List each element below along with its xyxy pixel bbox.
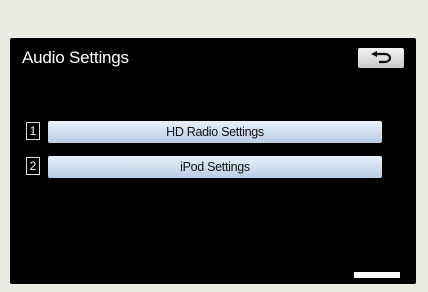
item-number-badge: 1: [26, 122, 40, 140]
list-item: 1 HD Radio Settings: [26, 121, 382, 143]
audio-settings-screen: Audio Settings 1 HD Radio Settings 2 iPo…: [10, 38, 416, 284]
item-number-badge: 2: [26, 157, 40, 175]
back-button[interactable]: [358, 48, 404, 68]
list-item: 2 iPod Settings: [26, 156, 382, 178]
corner-mark: [354, 272, 400, 278]
hd-radio-settings-button[interactable]: HD Radio Settings: [48, 121, 382, 143]
page-title: Audio Settings: [22, 48, 129, 67]
ipod-settings-button[interactable]: iPod Settings: [48, 156, 382, 178]
return-arrow-icon: [371, 51, 392, 64]
